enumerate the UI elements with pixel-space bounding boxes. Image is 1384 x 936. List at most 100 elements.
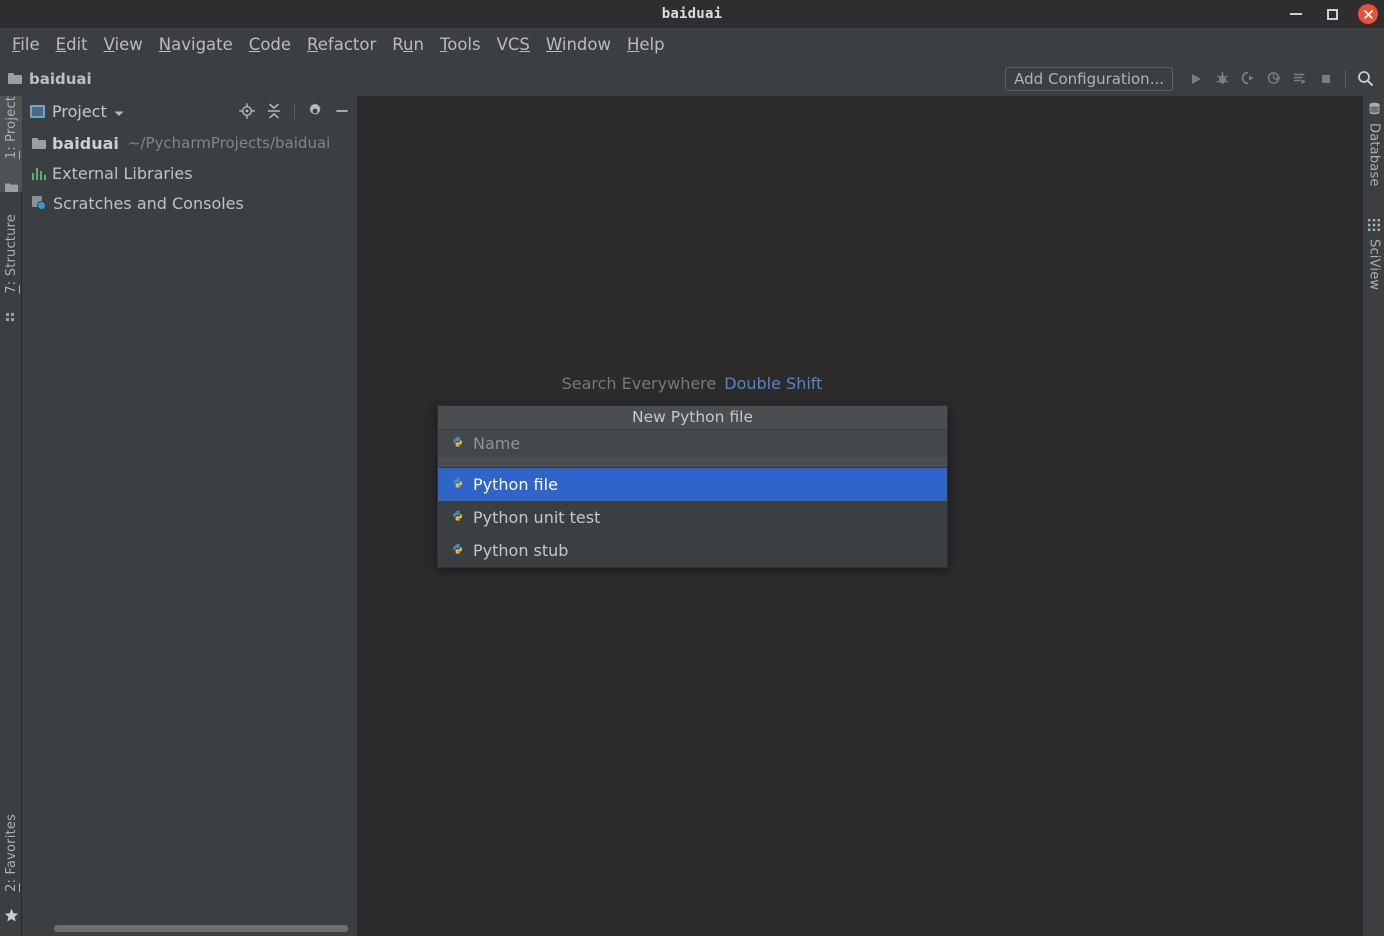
- search-button[interactable]: [1352, 66, 1378, 92]
- main-toolbar: baiduai Add Configuration...: [0, 61, 1384, 96]
- sciview-icon: [1368, 216, 1380, 235]
- project-tree: baiduai ~/PycharmProjects/baiduai Extern…: [22, 126, 357, 218]
- menu-bar: File Edit View Navigate Code Refactor Ru…: [0, 28, 1384, 61]
- popup-separator: [438, 458, 947, 468]
- locate-target-icon: [239, 103, 255, 119]
- popup-title: New Python file: [632, 408, 753, 427]
- debug-button[interactable]: [1209, 66, 1235, 92]
- select-opened-file-button[interactable]: [238, 102, 256, 120]
- sidebar-item-structure-label: 7: Structure: [3, 214, 19, 294]
- collapse-all-button[interactable]: [265, 102, 283, 120]
- star-icon-wrap: [0, 904, 22, 926]
- new-file-name-input[interactable]: Name: [438, 429, 947, 459]
- python-file-icon: [453, 543, 462, 554]
- run-console-button[interactable]: [1287, 66, 1313, 92]
- project-panel-actions: [238, 102, 351, 120]
- window-titlebar: baiduai: [0, 0, 1384, 28]
- tree-item-external-libraries[interactable]: External Libraries: [22, 158, 357, 188]
- structure-icon-wrap: [0, 304, 22, 324]
- tree-item-scratches-and-consoles[interactable]: Scratches and Consoles: [22, 188, 357, 218]
- popup-item-label: Python unit test: [473, 508, 601, 527]
- run-coverage-button[interactable]: [1235, 66, 1261, 92]
- run-icon: [1192, 73, 1201, 84]
- window-controls: [1286, 0, 1378, 28]
- project-tool-window: Project baiduai ~/PycharmProjects/baidua…: [22, 96, 358, 936]
- maximize-button[interactable]: [1322, 4, 1342, 24]
- sidebar-item-favorites[interactable]: 2: Favorites: [0, 814, 22, 910]
- menu-item-refactor[interactable]: Refactor: [299, 33, 384, 56]
- menu-item-help[interactable]: Help: [619, 33, 673, 56]
- menu-item-run[interactable]: Run: [384, 33, 432, 56]
- sidebar-item-structure[interactable]: 7: Structure: [0, 214, 22, 314]
- menu-item-file[interactable]: File: [4, 33, 48, 56]
- maximize-icon: [1326, 8, 1338, 20]
- sidebar-item-database[interactable]: Database: [1363, 100, 1384, 187]
- minimize-icon: [1290, 13, 1302, 15]
- popup-item-label: Python file: [473, 475, 558, 494]
- menu-item-vcs[interactable]: VCS: [489, 33, 538, 56]
- menu-item-view[interactable]: View: [96, 33, 151, 56]
- folder-icon: [32, 137, 46, 149]
- popup-item-label: Python stub: [473, 541, 569, 560]
- minimize-button[interactable]: [1286, 4, 1306, 24]
- menu-item-navigate[interactable]: Navigate: [151, 33, 241, 56]
- popup-item-python-unit-test[interactable]: Python unit test: [438, 501, 947, 534]
- profile-button[interactable]: [1261, 66, 1287, 92]
- project-folder-icon: [4, 178, 18, 197]
- menu-item-code[interactable]: Code: [241, 33, 299, 56]
- breadcrumb-label: baiduai: [29, 69, 92, 88]
- toolbar-actions: Add Configuration...: [1005, 66, 1384, 92]
- tree-item-label: baiduai: [52, 133, 119, 153]
- structure-icon: [5, 308, 17, 327]
- gear-icon: [309, 103, 321, 115]
- close-button[interactable]: [1358, 4, 1378, 24]
- sidebar-item-favorites-label: 2: Favorites: [3, 814, 19, 892]
- menu-item-tools[interactable]: Tools: [432, 33, 489, 56]
- window-title: baiduai: [661, 6, 723, 22]
- toolbar-separator: [1345, 69, 1346, 88]
- breadcrumb[interactable]: baiduai: [0, 70, 92, 88]
- sidebar-item-sciview-label: SciView: [1366, 239, 1382, 291]
- popup-item-python-stub[interactable]: Python stub: [438, 534, 947, 567]
- left-tool-strip: 1: Project 7: Structure 2: Favorites: [0, 96, 22, 936]
- run-button[interactable]: [1183, 66, 1209, 92]
- project-panel-separator: [294, 103, 295, 119]
- popup-item-list: Python file Python unit test Python stub: [438, 468, 947, 567]
- right-tool-strip: Database SciView: [1362, 96, 1384, 936]
- menu-item-edit[interactable]: Edit: [48, 33, 96, 56]
- collapse-all-icon: [267, 103, 281, 119]
- settings-button[interactable]: [306, 102, 324, 120]
- project-window-icon: [30, 104, 45, 118]
- project-panel-title: Project: [52, 101, 107, 121]
- new-python-file-popup: New Python file Name Python file Python …: [437, 405, 948, 568]
- tree-item-project-root[interactable]: baiduai ~/PycharmProjects/baiduai: [22, 128, 357, 158]
- stop-button[interactable]: [1313, 66, 1339, 92]
- debug-icon: [1216, 71, 1228, 84]
- popup-header: New Python file: [438, 406, 947, 430]
- pycharm-window: baiduai File Edit View Navigate Code Ref…: [0, 0, 1384, 936]
- chevron-down-icon[interactable]: [114, 102, 124, 121]
- search-icon: [1357, 71, 1373, 86]
- project-panel-header: Project: [22, 96, 357, 126]
- project-folder-icon-wrap: [0, 174, 22, 196]
- external-libraries-icon: [32, 167, 46, 180]
- menu-item-window[interactable]: Window: [538, 33, 619, 56]
- scratches-icon: [32, 196, 47, 210]
- run-console-icon: [1293, 73, 1306, 84]
- project-panel-horizontal-scrollbar[interactable]: [54, 925, 348, 932]
- new-file-name-placeholder: Name: [473, 434, 521, 454]
- hide-button[interactable]: [333, 102, 351, 120]
- tree-item-path: ~/PycharmProjects/baiduai: [127, 134, 331, 152]
- minimize-icon: [336, 110, 348, 112]
- add-configuration-label: Add Configuration...: [1014, 69, 1164, 88]
- sidebar-item-database-label: Database: [1366, 123, 1382, 187]
- stop-icon: [1322, 74, 1330, 83]
- popup-item-python-file[interactable]: Python file: [438, 468, 947, 501]
- sidebar-item-sciview[interactable]: SciView: [1363, 216, 1384, 290]
- python-file-icon: [453, 436, 462, 447]
- python-file-icon: [453, 477, 462, 488]
- tree-item-label: Scratches and Consoles: [53, 193, 244, 213]
- profile-icon: [1267, 72, 1281, 84]
- add-configuration-button[interactable]: Add Configuration...: [1005, 66, 1173, 91]
- tree-item-label: External Libraries: [52, 163, 193, 183]
